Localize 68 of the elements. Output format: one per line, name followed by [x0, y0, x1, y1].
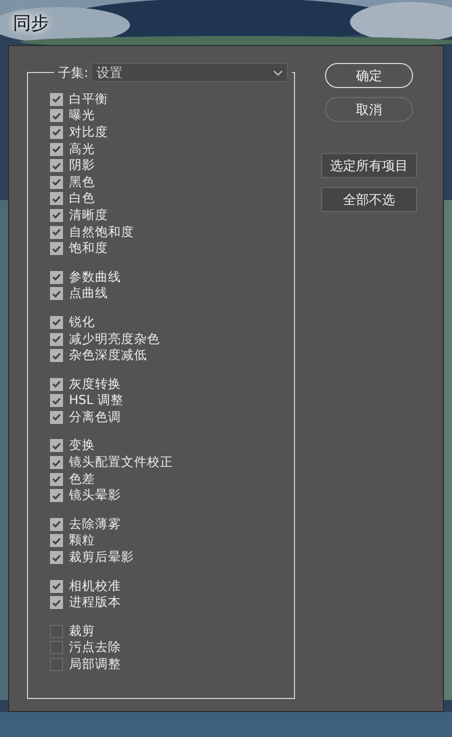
checkbox[interactable] — [50, 472, 63, 486]
checkbox[interactable] — [50, 142, 63, 156]
checkbox-label: 色差 — [69, 470, 95, 488]
checkbox-label: 白平衡 — [69, 90, 108, 108]
checkbox[interactable] — [50, 489, 63, 502]
checkbox[interactable] — [50, 226, 63, 239]
checkbox-label: 污点去除 — [69, 639, 121, 656]
checkbox-label: 自然饱和度 — [69, 224, 134, 241]
selection-button[interactable]: 全部不选 — [321, 187, 417, 212]
checkbox-label: 分离色调 — [69, 408, 121, 426]
dialog-button[interactable]: 取消 — [325, 97, 413, 122]
checkbox[interactable] — [50, 580, 63, 593]
checkbox[interactable] — [50, 332, 63, 346]
checkbox-label: HSL 调整 — [69, 392, 124, 410]
checkbox-label: 杂色深度减低 — [69, 347, 147, 364]
checkbox[interactable] — [50, 551, 63, 564]
checkbox[interactable] — [50, 92, 63, 106]
dialog-button[interactable]: 确定 — [325, 63, 413, 88]
checkbox-label: 灰度转换 — [69, 376, 121, 393]
checkbox[interactable] — [50, 287, 63, 300]
checkbox[interactable] — [50, 596, 63, 610]
checkbox-label: 清晰度 — [69, 206, 108, 224]
checkbox-label: 阴影 — [69, 157, 95, 174]
chevron-icon — [273, 70, 284, 76]
checkbox-label: 点曲线 — [69, 285, 108, 302]
checkbox-label: 局部调整 — [69, 656, 121, 674]
checkbox-label: 锐化 — [69, 314, 95, 331]
checkbox-label: 去除薄雾 — [69, 516, 121, 533]
checkbox[interactable] — [50, 534, 63, 548]
checkbox-label: 镜头配置文件校正 — [69, 454, 173, 472]
window-title: 同步 — [13, 12, 49, 34]
checkbox-label: 白色 — [69, 190, 95, 208]
checkbox[interactable] — [50, 126, 63, 139]
checkbox[interactable] — [50, 518, 63, 531]
checkbox[interactable] — [50, 394, 63, 408]
checkbox[interactable] — [50, 316, 63, 329]
checkbox-label: 进程版本 — [69, 594, 121, 612]
checkbox[interactable] — [50, 349, 63, 362]
checkbox-label: 减少明亮度杂色 — [69, 330, 160, 348]
checkbox[interactable] — [50, 378, 63, 391]
checkbox[interactable] — [50, 410, 63, 424]
checkbox[interactable] — [50, 109, 63, 122]
checkbox[interactable] — [50, 208, 63, 222]
selection-button[interactable]: 选定所有项目 — [321, 153, 417, 178]
checkbox-label: 饱和度 — [69, 240, 108, 258]
checkbox-label: 高光 — [69, 140, 95, 158]
checkbox[interactable] — [50, 192, 63, 206]
checkbox[interactable] — [50, 176, 63, 189]
checkbox-label: 裁剪后晕影 — [69, 549, 134, 566]
checkbox[interactable] — [50, 439, 63, 452]
checkbox[interactable] — [50, 641, 63, 654]
checkbox-label: 曝光 — [69, 107, 95, 124]
checkbox-label: 变换 — [69, 437, 95, 454]
subset-dropdown[interactable]: 设置 — [91, 63, 288, 82]
checkbox-label: 颗粒 — [69, 532, 95, 550]
checkbox-label: 裁剪 — [69, 622, 95, 640]
checkbox[interactable] — [50, 159, 63, 172]
checkbox[interactable] — [50, 242, 63, 256]
checkbox[interactable] — [50, 456, 63, 470]
checkbox-label: 参数曲线 — [69, 268, 121, 286]
checkbox[interactable] — [50, 658, 63, 672]
checkbox-label: 对比度 — [69, 124, 108, 141]
checkbox[interactable] — [50, 270, 63, 284]
checkbox-label: 相机校准 — [69, 578, 121, 595]
checkbox-label: 黑色 — [69, 174, 95, 191]
checkbox[interactable] — [50, 624, 63, 638]
subset-label: 子集: — [58, 64, 88, 82]
checkbox-label: 镜头晕影 — [69, 487, 121, 504]
